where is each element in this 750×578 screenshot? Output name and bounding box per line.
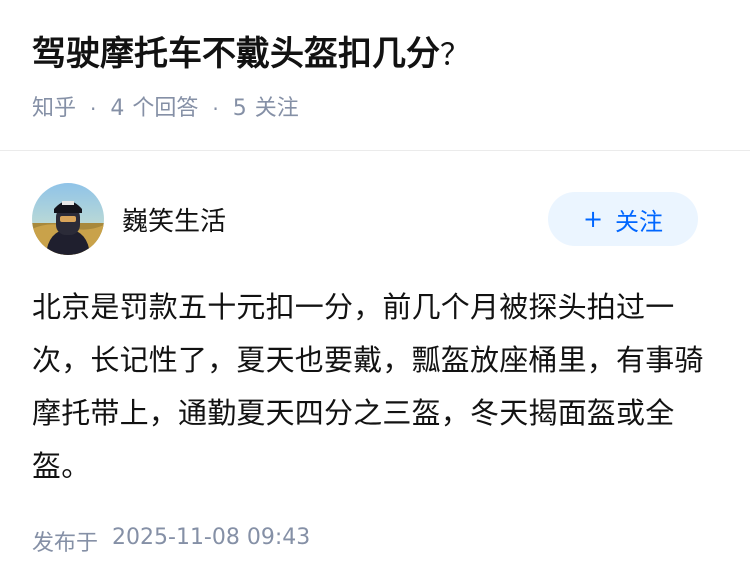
published-time: 2025-11-08 09:43 <box>112 525 311 550</box>
answer-content[interactable]: 北京是罚款五十元扣一分，前几个月被探头拍过一次，长记性了，夏天也要戴，瓢盔放座桶… <box>32 281 718 493</box>
avatar[interactable] <box>32 183 104 255</box>
author-row: 巍笑生活 + 关注 <box>32 183 718 255</box>
question-header: 驾驶摩托车不戴头盔扣几分？ 知乎 · 4 个回答 · 5 关注 <box>0 0 750 121</box>
answers-label: 个回答 <box>132 96 199 121</box>
answer-card: 巍笑生活 + 关注 北京是罚款五十元扣一分，前几个月被探头拍过一次，长记性了，夏… <box>0 183 750 557</box>
divider <box>0 150 750 151</box>
follow-button[interactable]: + 关注 <box>548 192 698 246</box>
follow-label: 关注 <box>615 207 664 236</box>
question-title-text: 驾驶摩托车不戴头盔扣几分 <box>32 34 440 74</box>
followers-label: 关注 <box>254 96 299 121</box>
answers-count-link[interactable]: 4 个回答 <box>110 94 198 124</box>
followers-count-link[interactable]: 5 关注 <box>233 94 299 124</box>
author-info[interactable]: 巍笑生活 <box>32 183 226 255</box>
meta-separator: · <box>90 97 97 121</box>
question-meta: 知乎 · 4 个回答 · 5 关注 <box>32 94 718 124</box>
answers-count: 4 <box>110 96 125 121</box>
followers-count: 5 <box>232 96 247 121</box>
publish-info: 发布于 2025-11-08 09:43 <box>32 525 718 557</box>
plus-icon: + <box>582 205 604 233</box>
source-label[interactable]: 知乎 <box>32 94 76 124</box>
question-title-suffix: ？ <box>440 38 470 73</box>
published-label: 发布于 <box>32 531 99 556</box>
author-name[interactable]: 巍笑生活 <box>122 201 226 238</box>
avatar-image <box>32 183 104 255</box>
question-title[interactable]: 驾驶摩托车不戴头盔扣几分？ <box>32 30 718 80</box>
meta-separator: · <box>212 97 219 121</box>
